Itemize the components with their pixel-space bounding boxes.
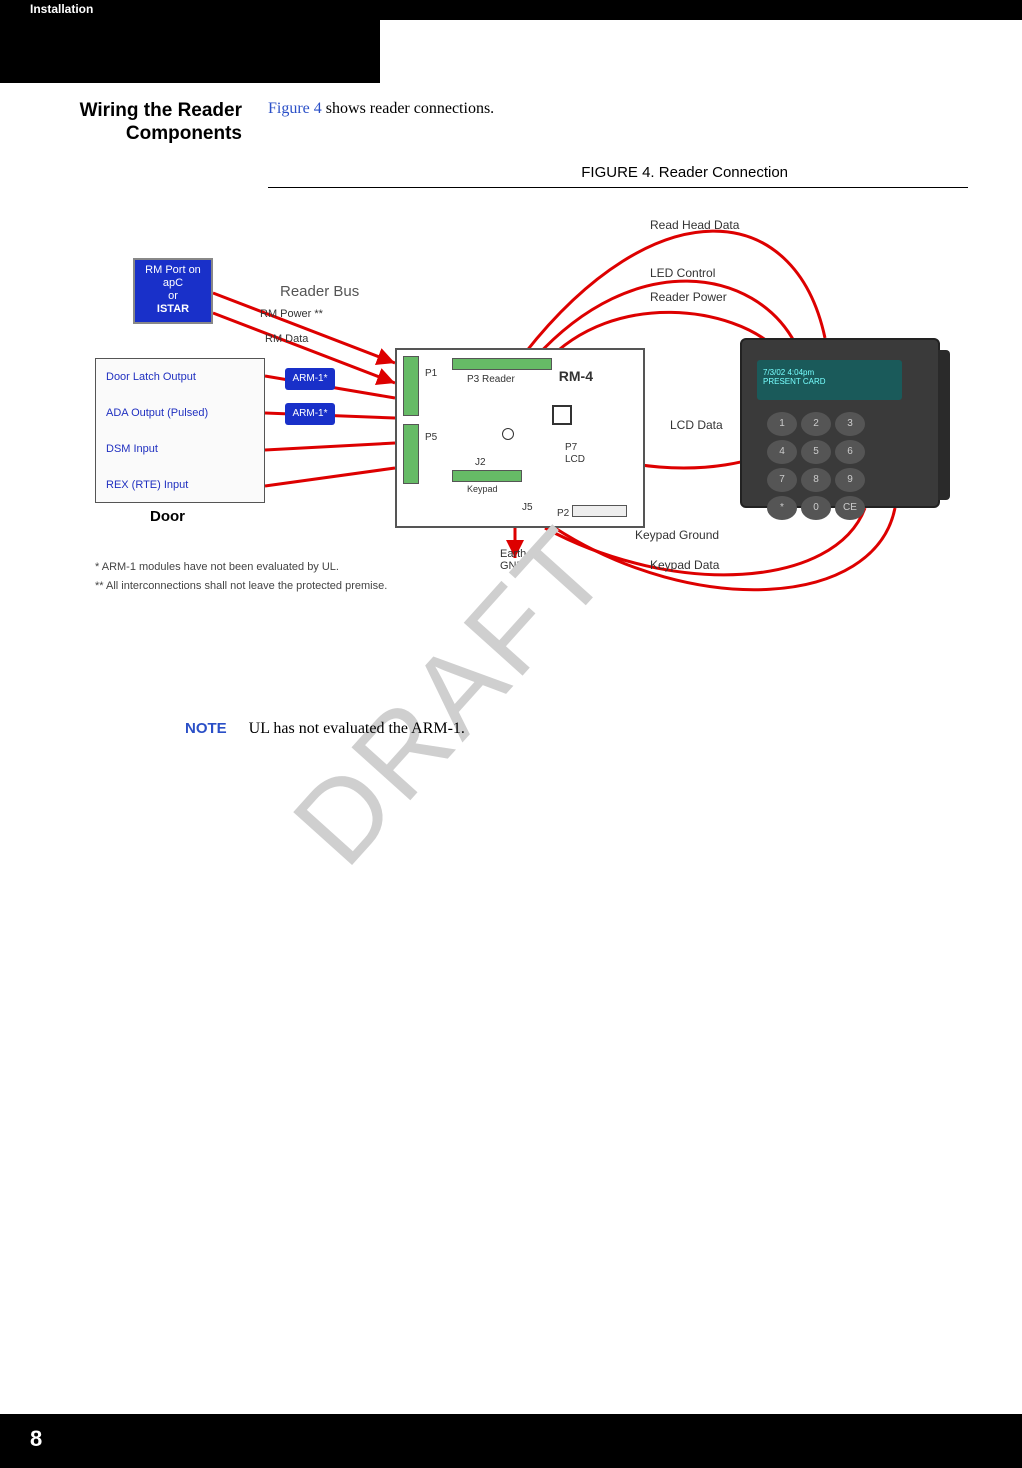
p1-connector [403,356,419,416]
key-5: 5 [801,440,831,464]
reader-power-label: Reader Power [650,290,727,304]
intro-row: Wiring the Reader Components Figure 4 sh… [0,100,1022,146]
mounting-hole-icon [502,428,514,440]
rm-data-label: RM Data [265,333,308,345]
page-number: 8 [30,1426,42,1452]
figure-caption-rule: FIGURE 4. Reader Connection [268,164,968,188]
footnote-1: * ARM-1 modules have not been evaluated … [95,558,387,578]
keypad-conn-label: Keypad [467,484,498,494]
key-ce: CE [835,496,865,520]
note-text: UL has not evaluated the ARM-1. [249,720,465,738]
footnote-2: ** All interconnections shall not leave … [95,577,387,597]
p7-label: P7 [565,442,577,453]
note-label: NOTE [185,720,227,738]
keypad-ground-label: Keypad Ground [635,528,719,542]
key-0: 0 [801,496,831,520]
p5-label: P5 [425,432,437,443]
door-item-rex: REX (RTE) Input [96,467,264,503]
rm-port-l2: apC [135,277,211,290]
j2-label: J2 [475,457,486,468]
rm4-title: RM-4 [559,368,593,384]
header-black-block [0,20,380,83]
key-1: 1 [767,412,797,436]
key-2: 2 [801,412,831,436]
section-heading-col: Wiring the Reader Components [0,100,268,146]
rm-port-l3: or [135,290,211,303]
keypad-screen-l2: PRESENT CARD [763,377,896,387]
section-title-line2: Components [0,123,242,146]
rm4-board: RM-4 P1 P3 Reader P5 J2 Keypad J5 P2 P7 … [395,348,645,528]
lcd-port-label: LCD [565,454,585,465]
key-4: 4 [767,440,797,464]
p2-connector [572,505,627,517]
footer-bar: 8 [0,1414,1022,1468]
earth-gnd-label: Earth GND [500,548,526,572]
keypad-card-slot [938,350,950,500]
door-box: Door Latch Output ADA Output (Pulsed) DS… [95,358,265,503]
keypad-device: 7/3/02 4:04pm PRESENT CARD 1 2 3 4 5 6 7… [740,338,940,508]
keypad-screen: 7/3/02 4:04pm PRESENT CARD [757,360,902,400]
arm-chip-2: ARM-1* [285,403,335,425]
p1-label: P1 [425,368,437,379]
j5-label: J5 [522,502,533,513]
door-item-latch: Door Latch Output [96,359,264,395]
keypad-screen-l1: 7/3/02 4:04pm [763,368,896,378]
keypad-data-label: Keypad Data [650,558,719,572]
p3-label: P3 Reader [467,374,515,385]
key-star: * [767,496,797,520]
rm-port-l4: ISTAR [135,303,211,316]
reader-connection-diagram: RM Port on apC or ISTAR Reader Bus RM Po… [95,218,965,648]
arm-chip-1: ARM-1* [285,368,335,390]
led-control-label: LED Control [650,266,715,280]
section-title-line1: Wiring the Reader [0,100,242,123]
page-content: Wiring the Reader Components Figure 4 sh… [0,100,1022,648]
door-item-ada: ADA Output (Pulsed) [96,395,264,431]
key-9: 9 [835,468,865,492]
diagram-footnotes: * ARM-1 modules have not been evaluated … [95,558,387,598]
p2-label: P2 [557,508,569,519]
figure-link[interactable]: Figure 4 [268,100,322,117]
key-8: 8 [801,468,831,492]
read-head-data-label: Read Head Data [650,218,739,232]
chip-icon [552,405,572,425]
figure-caption-row: FIGURE 4. Reader Connection [0,164,1022,188]
rm-port-l1: RM Port on [135,264,211,277]
key-7: 7 [767,468,797,492]
intro-text: shows reader connections. [322,100,494,117]
reader-bus-label: Reader Bus [280,283,359,300]
note-row: NOTE UL has not evaluated the ARM-1. [185,720,465,738]
p5-connector [403,424,419,484]
key-6: 6 [835,440,865,464]
rm-port-box: RM Port on apC or ISTAR [133,258,213,324]
j2-connector [452,470,522,482]
p3-connector [452,358,552,370]
figure-caption: FIGURE 4. Reader Connection [581,164,788,181]
keypad-key-grid: 1 2 3 4 5 6 7 8 9 * 0 CE [767,412,865,520]
door-title: Door [150,508,185,525]
key-3: 3 [835,412,865,436]
chapter-title: Installation [30,2,93,16]
rm-power-label: RM Power ** [260,308,323,320]
header-strip: Installation [0,0,1022,20]
intro-text-col: Figure 4 shows reader connections. [268,100,1022,146]
door-item-dsm: DSM Input [96,431,264,467]
lcd-data-label: LCD Data [670,418,723,432]
